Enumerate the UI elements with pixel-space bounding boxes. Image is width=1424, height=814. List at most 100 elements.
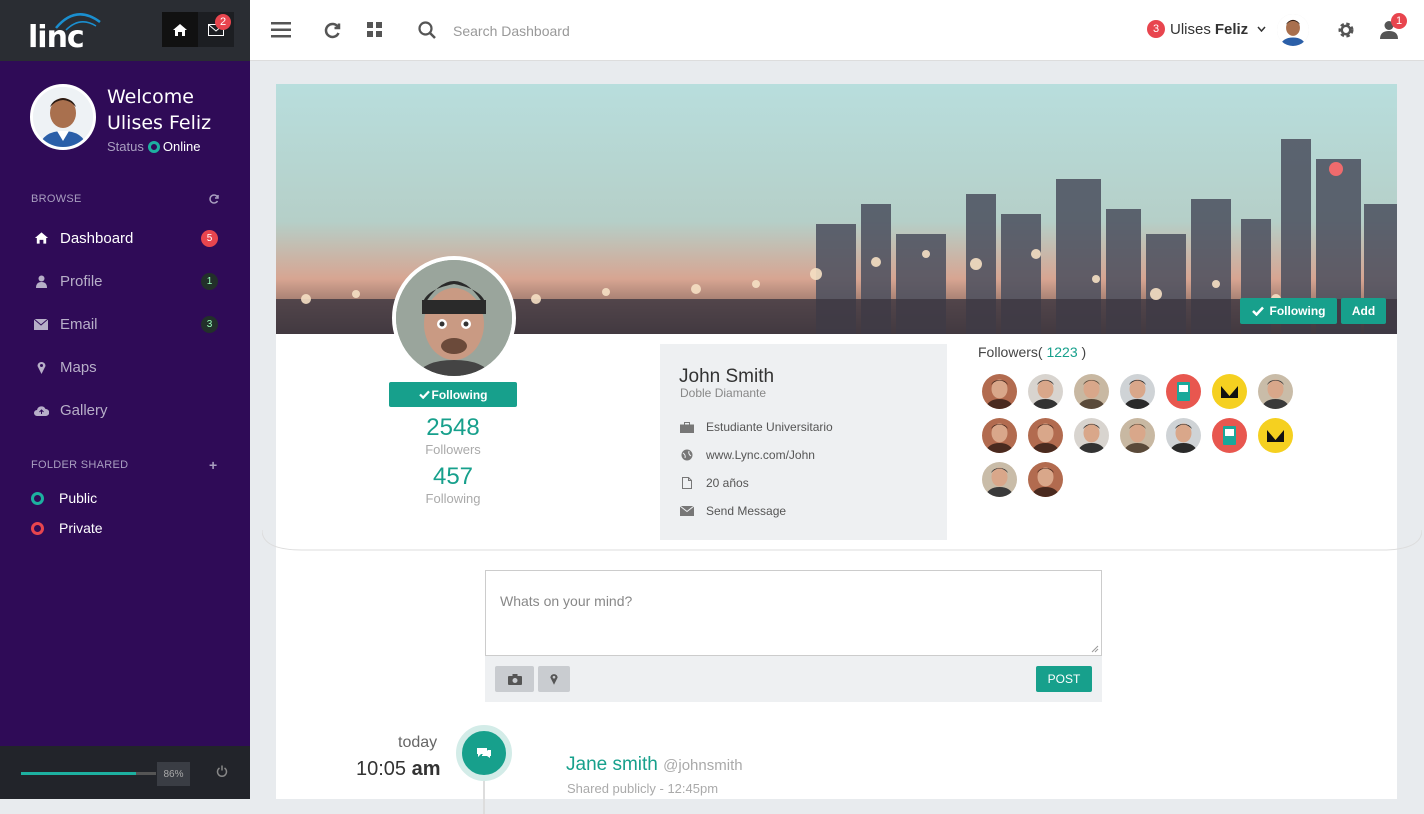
sidebar-item-maps[interactable]: Maps	[0, 347, 250, 387]
info-occupation: Estudiante Universitario	[680, 420, 833, 434]
map-marker-icon	[33, 361, 49, 374]
envelope-icon	[33, 318, 49, 330]
timeline-comment-button[interactable]	[456, 725, 512, 781]
follower-avatar[interactable]	[1258, 374, 1293, 409]
post-author-name: Jane smith	[566, 754, 658, 775]
follower-avatar[interactable]	[1074, 374, 1109, 409]
welcome-text: Welcome Ulises Feliz	[107, 84, 211, 136]
avatar[interactable]	[30, 84, 96, 150]
map-marker-icon	[550, 674, 558, 685]
search-input[interactable]: Search Dashboard	[453, 23, 570, 39]
notification-badge: 1	[1391, 13, 1407, 29]
folder-public[interactable]: Public	[31, 490, 97, 506]
follower-avatar[interactable]	[1212, 374, 1247, 409]
reload-icon[interactable]	[324, 22, 341, 44]
status-label: Status	[107, 139, 144, 154]
follower-avatar[interactable]	[1028, 462, 1063, 497]
folder-color-icon	[31, 521, 44, 535]
profile-name: John Smith	[679, 366, 775, 387]
settings-gear-icon[interactable]	[1337, 21, 1355, 44]
sidebar-item-label: Maps	[60, 358, 97, 376]
follower-avatar[interactable]	[1120, 418, 1155, 453]
file-icon	[680, 477, 694, 489]
sidebar-footer: 86%	[0, 746, 250, 799]
profile-photo[interactable]	[392, 256, 516, 380]
follower-avatar[interactable]	[982, 418, 1017, 453]
sidebar-item-badge: 3	[201, 315, 218, 333]
status-textarea[interactable]: Whats on your mind?	[485, 570, 1102, 656]
sidebar-item-email[interactable]: Email 3	[0, 304, 250, 344]
menu-icon[interactable]	[271, 22, 291, 43]
topbar: Search Dashboard 3 Ulises Feliz 1	[250, 0, 1424, 61]
info-text: Estudiante Universitario	[706, 420, 833, 434]
cover-following-label: Following	[1269, 304, 1326, 318]
user-menu[interactable]: 3 Ulises Feliz	[1147, 20, 1266, 38]
app-logo[interactable]: linc	[28, 20, 85, 55]
storage-progress-track	[136, 772, 156, 775]
follower-avatar[interactable]	[982, 374, 1017, 409]
location-button[interactable]	[538, 666, 570, 692]
folder-color-icon	[31, 491, 44, 505]
home-icon	[33, 231, 49, 245]
apps-grid-icon[interactable]	[367, 22, 382, 42]
folder-private[interactable]: Private	[31, 520, 103, 536]
cover-following-button[interactable]: Following	[1240, 298, 1337, 324]
sidebar-item-gallery[interactable]: Gallery	[0, 390, 250, 430]
section-divider	[262, 530, 1422, 551]
sidebar-item-label: Dashboard	[60, 229, 134, 247]
storage-progress-bar	[21, 772, 136, 775]
sidebar-item-dashboard[interactable]: Dashboard 5	[0, 218, 250, 258]
follower-avatar[interactable]	[982, 462, 1017, 497]
info-text: Send Message	[706, 504, 787, 518]
followers-total[interactable]: 1223	[1046, 344, 1077, 360]
status-placeholder: Whats on your mind?	[500, 593, 633, 609]
avatar[interactable]	[1277, 14, 1309, 46]
post-button[interactable]: POST	[1036, 666, 1092, 692]
follower-avatar[interactable]	[1166, 374, 1201, 409]
post-author[interactable]: Jane smith @johnsmith	[566, 754, 743, 776]
sidebar-item-profile[interactable]: Profile 1	[0, 261, 250, 301]
follower-avatar[interactable]	[1120, 374, 1155, 409]
storage-percent: 86%	[157, 762, 190, 786]
user-first-name: Ulises	[1170, 20, 1211, 38]
comments-icon	[477, 748, 491, 758]
user-last-name: Feliz	[1214, 20, 1249, 38]
photo-button[interactable]	[495, 666, 534, 692]
user-icon	[33, 275, 49, 288]
power-icon[interactable]	[216, 764, 228, 780]
refresh-icon[interactable]	[209, 193, 219, 207]
follower-avatar[interactable]	[1258, 418, 1293, 453]
briefcase-icon	[680, 421, 694, 433]
follower-avatar[interactable]	[1212, 418, 1247, 453]
timeline-day: today	[398, 734, 438, 751]
camera-icon	[507, 673, 522, 685]
sidebar-item-label: Profile	[60, 272, 103, 290]
envelope-icon	[680, 506, 694, 516]
sidebar: linc 2 Welcome Ulises Feliz Status Online…	[0, 0, 250, 799]
follower-avatar[interactable]	[1166, 418, 1201, 453]
follow-button-label: Following	[431, 387, 488, 402]
send-message-link[interactable]: Send Message	[680, 504, 786, 518]
info-website[interactable]: www.Lync.com/John	[680, 448, 815, 462]
home-button[interactable]	[162, 12, 198, 47]
sidebar-item-label: Email	[60, 315, 98, 333]
user-requests-icon[interactable]: 1	[1380, 13, 1407, 44]
composer-toolbar: POST	[485, 656, 1102, 702]
follower-avatar[interactable]	[1074, 418, 1109, 453]
timeline-clock: 10:05	[356, 758, 407, 780]
chevron-down-icon	[1257, 26, 1266, 32]
post-author-handle: @johnsmith	[663, 757, 743, 774]
timeline-time: 10:05 am	[356, 758, 441, 781]
home-icon	[173, 23, 187, 36]
search-icon[interactable]	[418, 21, 436, 44]
messages-button[interactable]: 2	[198, 12, 234, 47]
follower-avatar[interactable]	[1028, 374, 1063, 409]
follower-avatar[interactable]	[1028, 418, 1063, 453]
follow-button[interactable]: Following	[389, 382, 517, 407]
add-button[interactable]: Add	[1341, 298, 1386, 324]
resize-handle-icon[interactable]	[1091, 645, 1099, 653]
profile-info-card: John Smith Doble Diamante Estudiante Uni…	[660, 344, 947, 540]
cloud-icon	[33, 405, 49, 416]
followers-count: 2548	[426, 414, 480, 441]
add-folder-icon[interactable]: +	[209, 457, 217, 473]
